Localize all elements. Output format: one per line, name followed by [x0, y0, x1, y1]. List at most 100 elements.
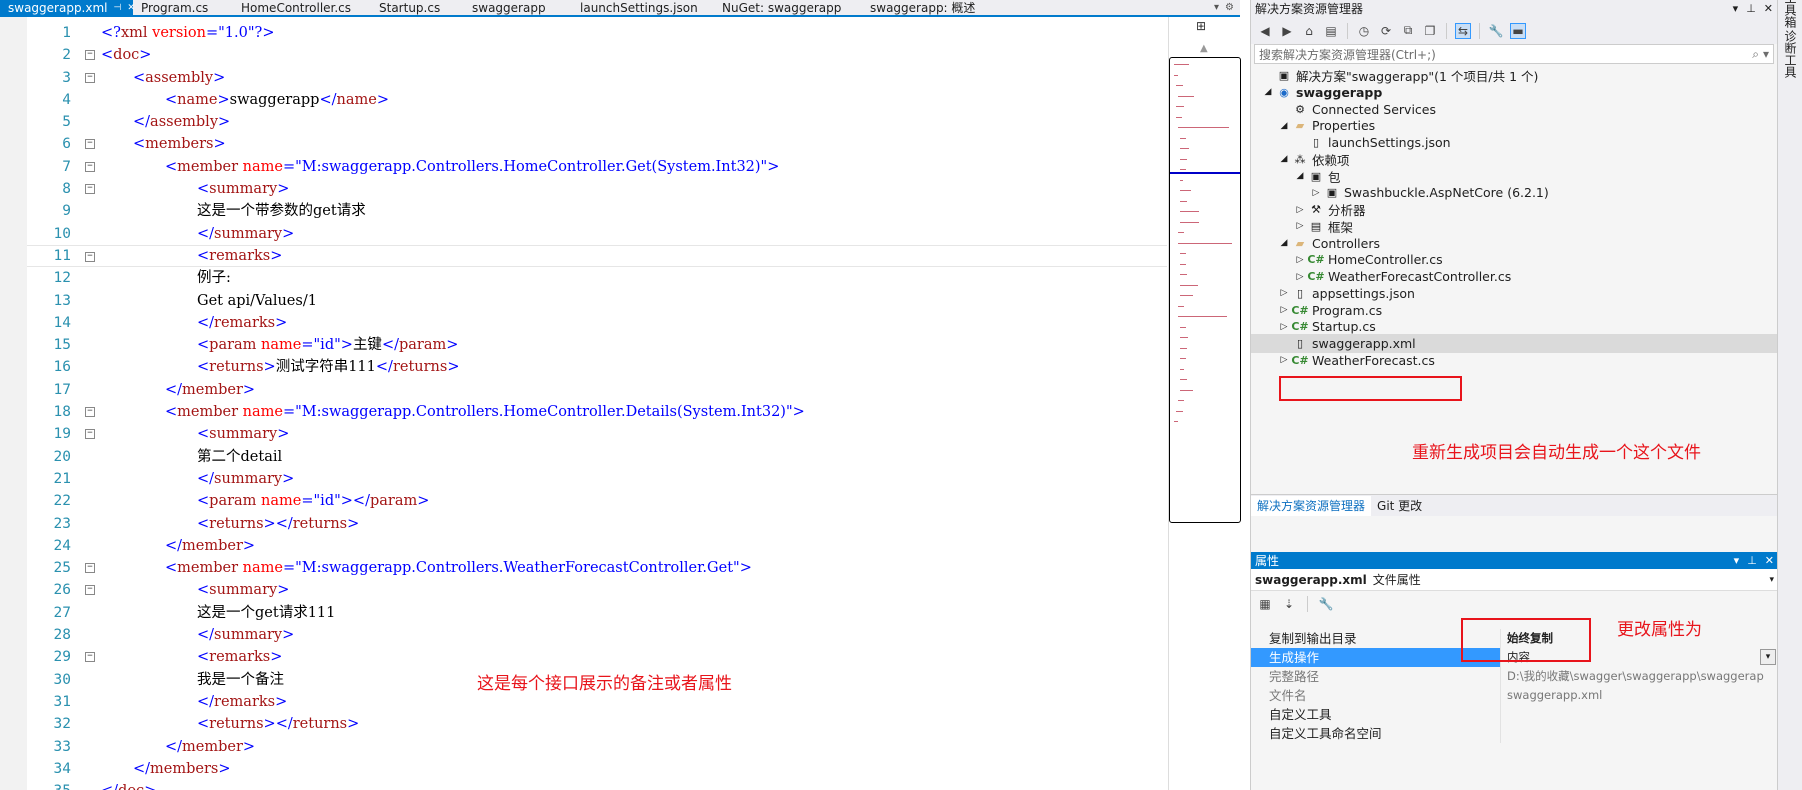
code-line[interactable]: 33 </member>	[27, 736, 1167, 758]
search-options-icon[interactable]: ▾	[1763, 47, 1769, 61]
properties-wrench-icon[interactable]: 🔧	[1488, 23, 1504, 39]
property-row[interactable]: 文件名 swaggerapp.xml	[1251, 686, 1778, 705]
code-line[interactable]: 3 − <assembly>	[27, 67, 1167, 89]
collapse-region-icon[interactable]: −	[85, 585, 95, 596]
code-line[interactable]: 21 </summary>	[27, 468, 1167, 490]
tree-item[interactable]: ◢ ◉ swaggerapp	[1251, 83, 1383, 102]
code-line[interactable]: 16 <returns>测试字符串111</returns>	[27, 356, 1167, 378]
code-line[interactable]: 23 <returns></returns>	[27, 513, 1167, 535]
solution-explorer-search-input[interactable]: 搜索解决方案资源管理器(Ctrl+;) ⌕ ▾	[1254, 44, 1774, 64]
pin-icon[interactable]: ⊥	[1746, 2, 1756, 15]
code-line[interactable]: 24 </member>	[27, 535, 1167, 557]
code-line[interactable]: 20 第二个detail	[27, 446, 1167, 468]
alphabetical-icon[interactable]: ⇣	[1281, 596, 1297, 612]
code-line[interactable]: 7 − <member name="M:swaggerapp.Controllers…	[27, 156, 1167, 178]
tab-4[interactable]: swaggerapp	[464, 0, 572, 15]
code-line[interactable]: 5 </assembly>	[27, 111, 1167, 133]
tree-item[interactable]: ▷ C# WeatherForecastController.cs	[1251, 267, 1512, 286]
properties-object-selector[interactable]: swaggerapp.xml 文件属性 ▾	[1251, 569, 1778, 591]
tab-list-chevron-icon[interactable]: ▾	[1214, 2, 1219, 13]
property-value[interactable]: swaggerapp.xml	[1501, 686, 1778, 705]
collapse-region-icon[interactable]: −	[85, 652, 95, 663]
dropdown-icon[interactable]: ▾	[1733, 2, 1739, 15]
collapsed-arrow-icon[interactable]: ▷	[1309, 188, 1323, 198]
split-window-icon[interactable]: ⊞	[1196, 19, 1206, 33]
tree-item[interactable]: ◢ ⁂ 依赖项	[1251, 150, 1350, 169]
code-line[interactable]: 28 </summary>	[27, 624, 1167, 646]
code-line[interactable]: 11 − <remarks>	[27, 244, 1167, 268]
code-line[interactable]: 35 </doc>	[27, 780, 1167, 790]
back-icon[interactable]: ◀	[1257, 23, 1273, 39]
tree-item[interactable]: ▷ C# HomeController.cs	[1251, 250, 1443, 269]
tree-item[interactable]: ◢ ▣ 包	[1251, 167, 1341, 186]
collapsed-arrow-icon[interactable]: ▷	[1293, 205, 1307, 215]
property-value[interactable]: D:\我的收藏\swagger\swaggerapp\swaggerap	[1501, 667, 1778, 686]
code-line[interactable]: 12 例子:	[27, 267, 1167, 289]
tree-item[interactable]: ▷ ▤ 框架	[1251, 217, 1353, 236]
categorized-icon[interactable]: ▦	[1257, 596, 1273, 612]
pending-changes-icon[interactable]: ◷	[1356, 23, 1372, 39]
expanded-arrow-icon[interactable]: ◢	[1277, 154, 1291, 164]
code-line[interactable]: 18 − <member name="M:swaggerapp.Controller…	[27, 401, 1167, 423]
code-line[interactable]: 1 <?xml version="1.0"?>	[27, 22, 1167, 44]
code-line[interactable]: 34 </members>	[27, 758, 1167, 780]
collapsed-arrow-icon[interactable]: ▷	[1293, 255, 1307, 265]
code-line[interactable]: 4 <name>swaggerapp</name>	[27, 89, 1167, 111]
property-value[interactable]	[1501, 724, 1778, 743]
solution-tree[interactable]: ▷ C# WeatherForecast.cs ▯ swaggerapp.xml ▷ C# S…	[1251, 64, 1778, 494]
side-tool-tab[interactable]: 诊断工具	[1782, 30, 1799, 78]
property-row[interactable]: 自定义工具	[1251, 705, 1778, 724]
se-bottom-tab-1[interactable]: Git 更改	[1371, 496, 1428, 516]
collapsed-arrow-icon[interactable]: ▷	[1277, 355, 1291, 365]
scroll-up-icon[interactable]: ▲	[1200, 43, 1208, 54]
collapse-region-icon[interactable]: −	[85, 72, 95, 83]
switch-views-icon[interactable]: ▤	[1323, 23, 1339, 39]
property-row[interactable]: 自定义工具命名空间	[1251, 724, 1778, 743]
tree-item[interactable]: ▷ ⚒ 分析器	[1251, 200, 1366, 219]
code-line[interactable]: 25 − <member name="M:swaggerapp.Controller…	[27, 557, 1167, 579]
tree-item[interactable]: ▷ C# Program.cs	[1251, 301, 1383, 320]
code-line[interactable]: 29 − <remarks>	[27, 646, 1167, 668]
code-line[interactable]: 8 − <summary>	[27, 178, 1167, 200]
property-pages-wrench-icon[interactable]: 🔧	[1318, 596, 1334, 612]
code-line[interactable]: 17 </member>	[27, 379, 1167, 401]
collapse-region-icon[interactable]: −	[85, 563, 95, 574]
tree-item[interactable]: ▯ swaggerapp.xml	[1251, 334, 1778, 353]
code-line[interactable]: 22 <param name="id"></param>	[27, 490, 1167, 512]
show-all-files-icon[interactable]: ❐	[1422, 23, 1438, 39]
tree-item[interactable]: ▯ launchSettings.json	[1251, 133, 1451, 152]
chevron-down-icon[interactable]: ▾	[1769, 575, 1774, 585]
code-line[interactable]: 19 − <summary>	[27, 423, 1167, 445]
code-line[interactable]: 15 <param name="id">主键</param>	[27, 334, 1167, 356]
tree-item[interactable]: ◢ ▰ Controllers	[1251, 234, 1380, 253]
xml-editor[interactable]: 1 <?xml version="1.0"?> 2− <doc> 3− <assembly…	[0, 17, 1241, 790]
collapse-region-icon[interactable]: −	[85, 251, 95, 262]
pin-tab-icon[interactable]: ⊣	[114, 3, 122, 13]
code-line[interactable]: 9 这是一个带参数的get请求	[27, 200, 1167, 222]
expanded-arrow-icon[interactable]: ◢	[1277, 238, 1291, 248]
home-icon[interactable]: ⌂	[1301, 23, 1317, 39]
collapse-region-icon[interactable]: −	[85, 184, 95, 195]
collapse-region-icon[interactable]: −	[85, 161, 95, 172]
se-bottom-tab-0[interactable]: 解决方案资源管理器	[1251, 495, 1372, 516]
collapsed-arrow-icon[interactable]: ▷	[1277, 305, 1291, 315]
property-dropdown-icon[interactable]: ▾	[1760, 649, 1776, 665]
close-icon[interactable]: ✕	[1764, 2, 1773, 15]
scrollbar-map[interactable]	[1169, 57, 1241, 523]
code-line[interactable]: 2 − <doc>	[27, 44, 1167, 66]
preview-selected-icon[interactable]: ▬	[1510, 22, 1526, 39]
dropdown-icon[interactable]: ▾	[1734, 554, 1740, 567]
collapse-all-icon[interactable]: ⧉	[1400, 23, 1416, 39]
expanded-arrow-icon[interactable]: ◢	[1293, 171, 1307, 181]
code-line[interactable]: 13 Get api/Values/1	[27, 290, 1167, 312]
close-icon[interactable]: ✕	[1765, 554, 1774, 567]
tree-item[interactable]: ▣ 解决方案"swaggerapp"(1 个项目/共 1 个)	[1251, 66, 1539, 85]
tab-3[interactable]: Startup.cs	[371, 0, 464, 15]
code-line[interactable]: 27 这是一个get请求111	[27, 602, 1167, 624]
tab-1[interactable]: Program.cs	[133, 0, 233, 15]
code-line[interactable]: 14 </remarks>	[27, 312, 1167, 334]
settings-gear-icon[interactable]: ⚙	[1225, 2, 1234, 13]
sync-icon[interactable]: ⟳	[1378, 23, 1394, 39]
collapse-region-icon[interactable]: −	[85, 50, 95, 61]
collapse-region-icon[interactable]: −	[85, 429, 95, 440]
